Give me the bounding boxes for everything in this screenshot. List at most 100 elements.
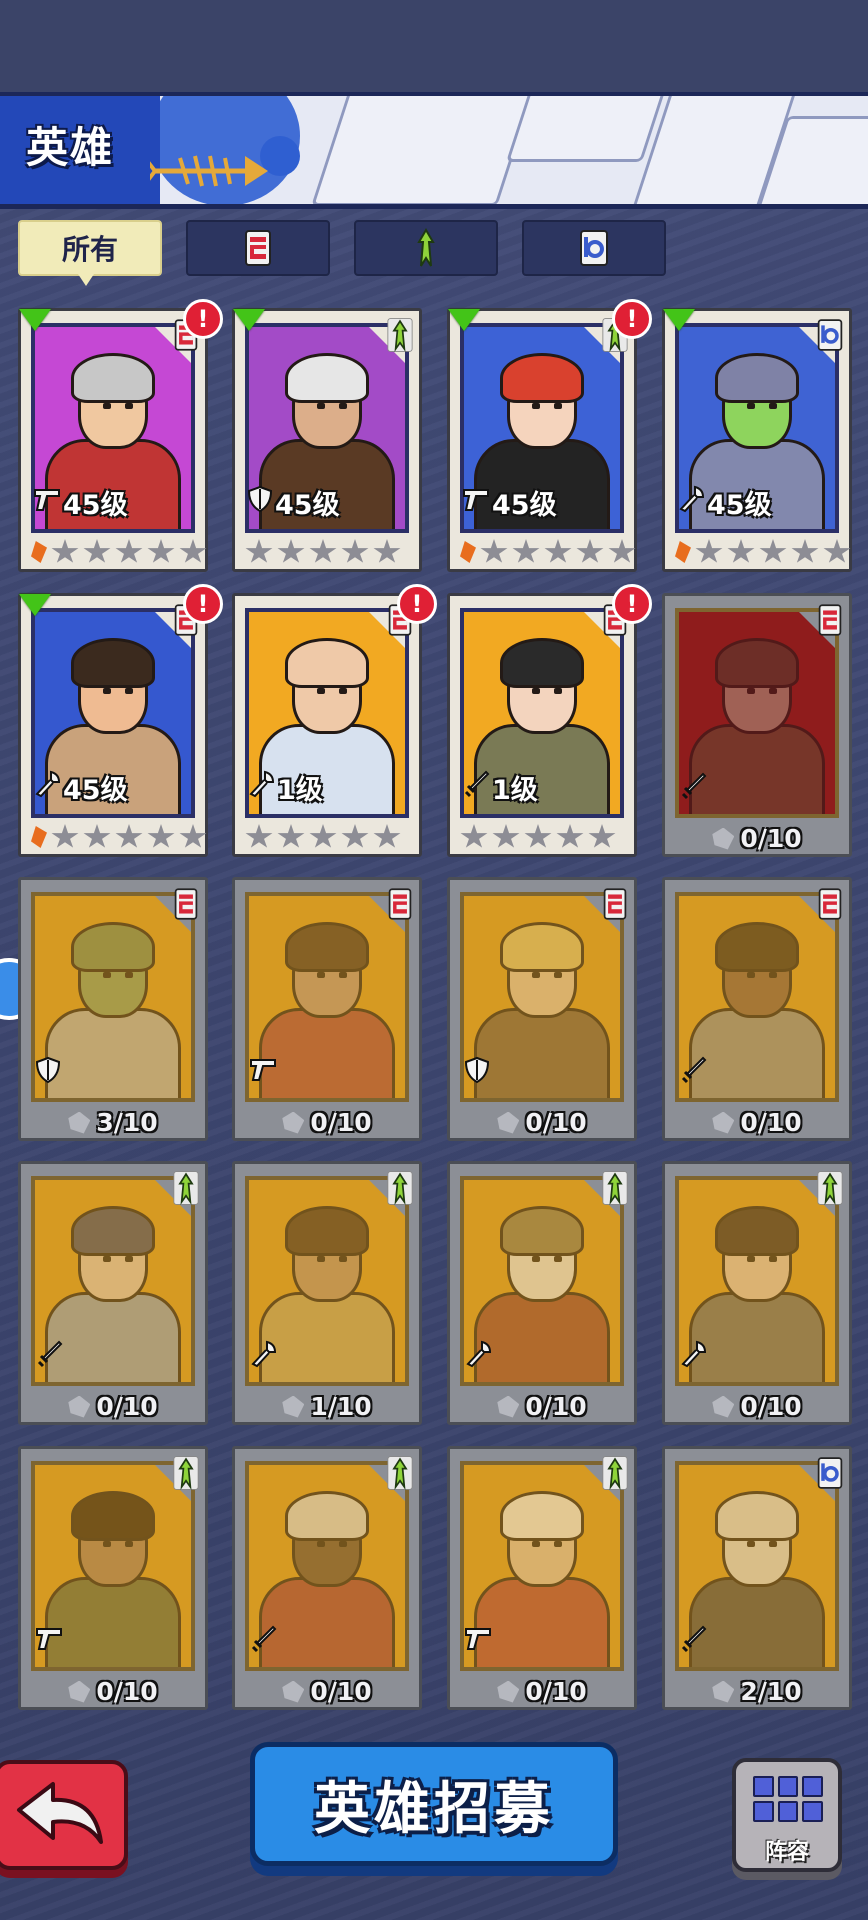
hero-level: 1级	[247, 768, 323, 807]
star-icon	[588, 824, 616, 848]
hero-card[interactable]: 0/10	[232, 1446, 422, 1710]
tab-all[interactable]: 所有	[18, 220, 162, 286]
shard-progress: 3/10	[21, 1108, 205, 1137]
hero-level-text: 1级	[492, 775, 538, 806]
grid-icon	[753, 1776, 823, 1822]
wrench-role-icon	[247, 770, 275, 805]
shard-progress: 0/10	[21, 1677, 205, 1706]
hero-card[interactable]: 0/10	[447, 877, 637, 1141]
agility-class-icon	[600, 1455, 630, 1491]
star-icon	[544, 539, 572, 563]
shard-progress: 1/10	[235, 1392, 419, 1421]
shard-progress: 0/10	[235, 1108, 419, 1137]
agility-class-icon	[385, 317, 415, 353]
hero-card[interactable]: ! 45级	[447, 299, 652, 572]
star-icon	[556, 824, 584, 848]
hero-level-text: 45级	[707, 490, 772, 521]
shard-count: 2/10	[740, 1677, 802, 1706]
shard-count: 0/10	[525, 1108, 587, 1137]
shard-icon	[282, 1111, 305, 1134]
tab-tank-class[interactable]	[186, 220, 330, 276]
back-arrow-icon	[17, 1782, 103, 1844]
hero-card[interactable]: 45级	[232, 308, 422, 572]
hero-card[interactable]: 0/10	[18, 1161, 208, 1425]
shield-role-icon	[35, 1056, 61, 1088]
hero-card[interactable]: 3/10	[18, 877, 208, 1141]
agility-class-icon	[385, 1455, 415, 1491]
hero-recruit-button[interactable]: 英雄招募	[250, 1742, 618, 1866]
hero-card[interactable]: 0/10	[447, 1446, 637, 1710]
hero-level-text: 45级	[275, 490, 340, 521]
tab-tech-class[interactable]	[522, 220, 666, 276]
hero-level: 45级	[247, 483, 340, 522]
tank-class-icon	[171, 886, 201, 922]
agility-class-icon	[417, 228, 435, 267]
sword-role-icon	[249, 1625, 277, 1657]
tab-all-label: 所有	[61, 233, 118, 266]
fragment-icon	[675, 541, 691, 563]
star-icon	[245, 539, 273, 563]
shard-icon	[712, 1111, 735, 1134]
star-icon	[341, 824, 369, 848]
hero-card[interactable]: 0/10	[18, 1446, 208, 1710]
shield-role-icon	[247, 485, 273, 520]
hero-card[interactable]: ! 1级	[232, 584, 437, 857]
hero-card[interactable]: 1/10	[232, 1161, 422, 1425]
page-header: 英雄	[0, 92, 868, 209]
hero-card[interactable]: 0/10	[662, 593, 852, 857]
agility-class-icon	[171, 1170, 201, 1206]
shard-progress: 0/10	[665, 1108, 849, 1137]
new-indicator-icon	[663, 309, 695, 331]
hero-level-text: 1级	[277, 775, 323, 806]
gun-role-icon	[462, 486, 490, 519]
bottom-bar: 英雄招募 阵容	[0, 1720, 868, 1920]
tech-class-icon	[815, 317, 845, 353]
hero-card[interactable]: ! 45级	[18, 299, 223, 572]
hero-card[interactable]: ! 1级	[447, 584, 652, 857]
hero-level: 45级	[33, 768, 128, 807]
star-icon	[373, 539, 401, 563]
shard-icon	[712, 827, 735, 850]
hero-card[interactable]: 0/10	[447, 1161, 637, 1425]
tab-agility-class[interactable]	[354, 220, 498, 276]
hero-card[interactable]: 0/10	[662, 877, 852, 1141]
lineup-button[interactable]: 阵容	[732, 1758, 842, 1872]
star-icon	[823, 539, 851, 563]
hero-card[interactable]: 0/10	[662, 1161, 852, 1425]
star-icon	[309, 539, 337, 563]
shard-progress: 0/10	[665, 824, 849, 853]
hero-card[interactable]: ! 45级	[18, 584, 223, 857]
hero-card[interactable]: 45级	[662, 308, 852, 572]
shard-progress: 0/10	[450, 1392, 634, 1421]
star-icon	[695, 539, 723, 563]
star-rating	[675, 539, 851, 565]
star-rating	[31, 539, 207, 565]
fragment-icon	[460, 541, 476, 563]
star-icon	[277, 539, 305, 563]
shard-count: 0/10	[740, 1108, 802, 1137]
hero-card[interactable]: 2/10	[662, 1446, 852, 1710]
hero-level: 1级	[462, 768, 538, 807]
star-icon	[245, 824, 273, 848]
star-icon	[83, 824, 111, 848]
agility-class-icon	[600, 1170, 630, 1206]
sword-role-icon	[462, 770, 490, 805]
star-icon	[576, 539, 604, 563]
back-button[interactable]	[0, 1760, 128, 1870]
agility-class-icon	[815, 1170, 845, 1206]
alert-icon: !	[612, 584, 652, 624]
top-band	[0, 0, 868, 92]
wrench-role-icon	[464, 1340, 492, 1372]
hero-card[interactable]: 0/10	[232, 877, 422, 1141]
hero-level: 45级	[33, 483, 128, 522]
star-icon	[341, 539, 369, 563]
shard-progress: 0/10	[450, 1677, 634, 1706]
shard-icon	[282, 1680, 305, 1703]
tank-class-icon	[600, 886, 630, 922]
hero-level: 45级	[462, 483, 557, 522]
star-icon	[147, 539, 175, 563]
hero-level-text: 45级	[492, 490, 557, 521]
star-icon	[492, 824, 520, 848]
shard-count: 0/10	[96, 1677, 158, 1706]
tank-class-icon	[815, 886, 845, 922]
